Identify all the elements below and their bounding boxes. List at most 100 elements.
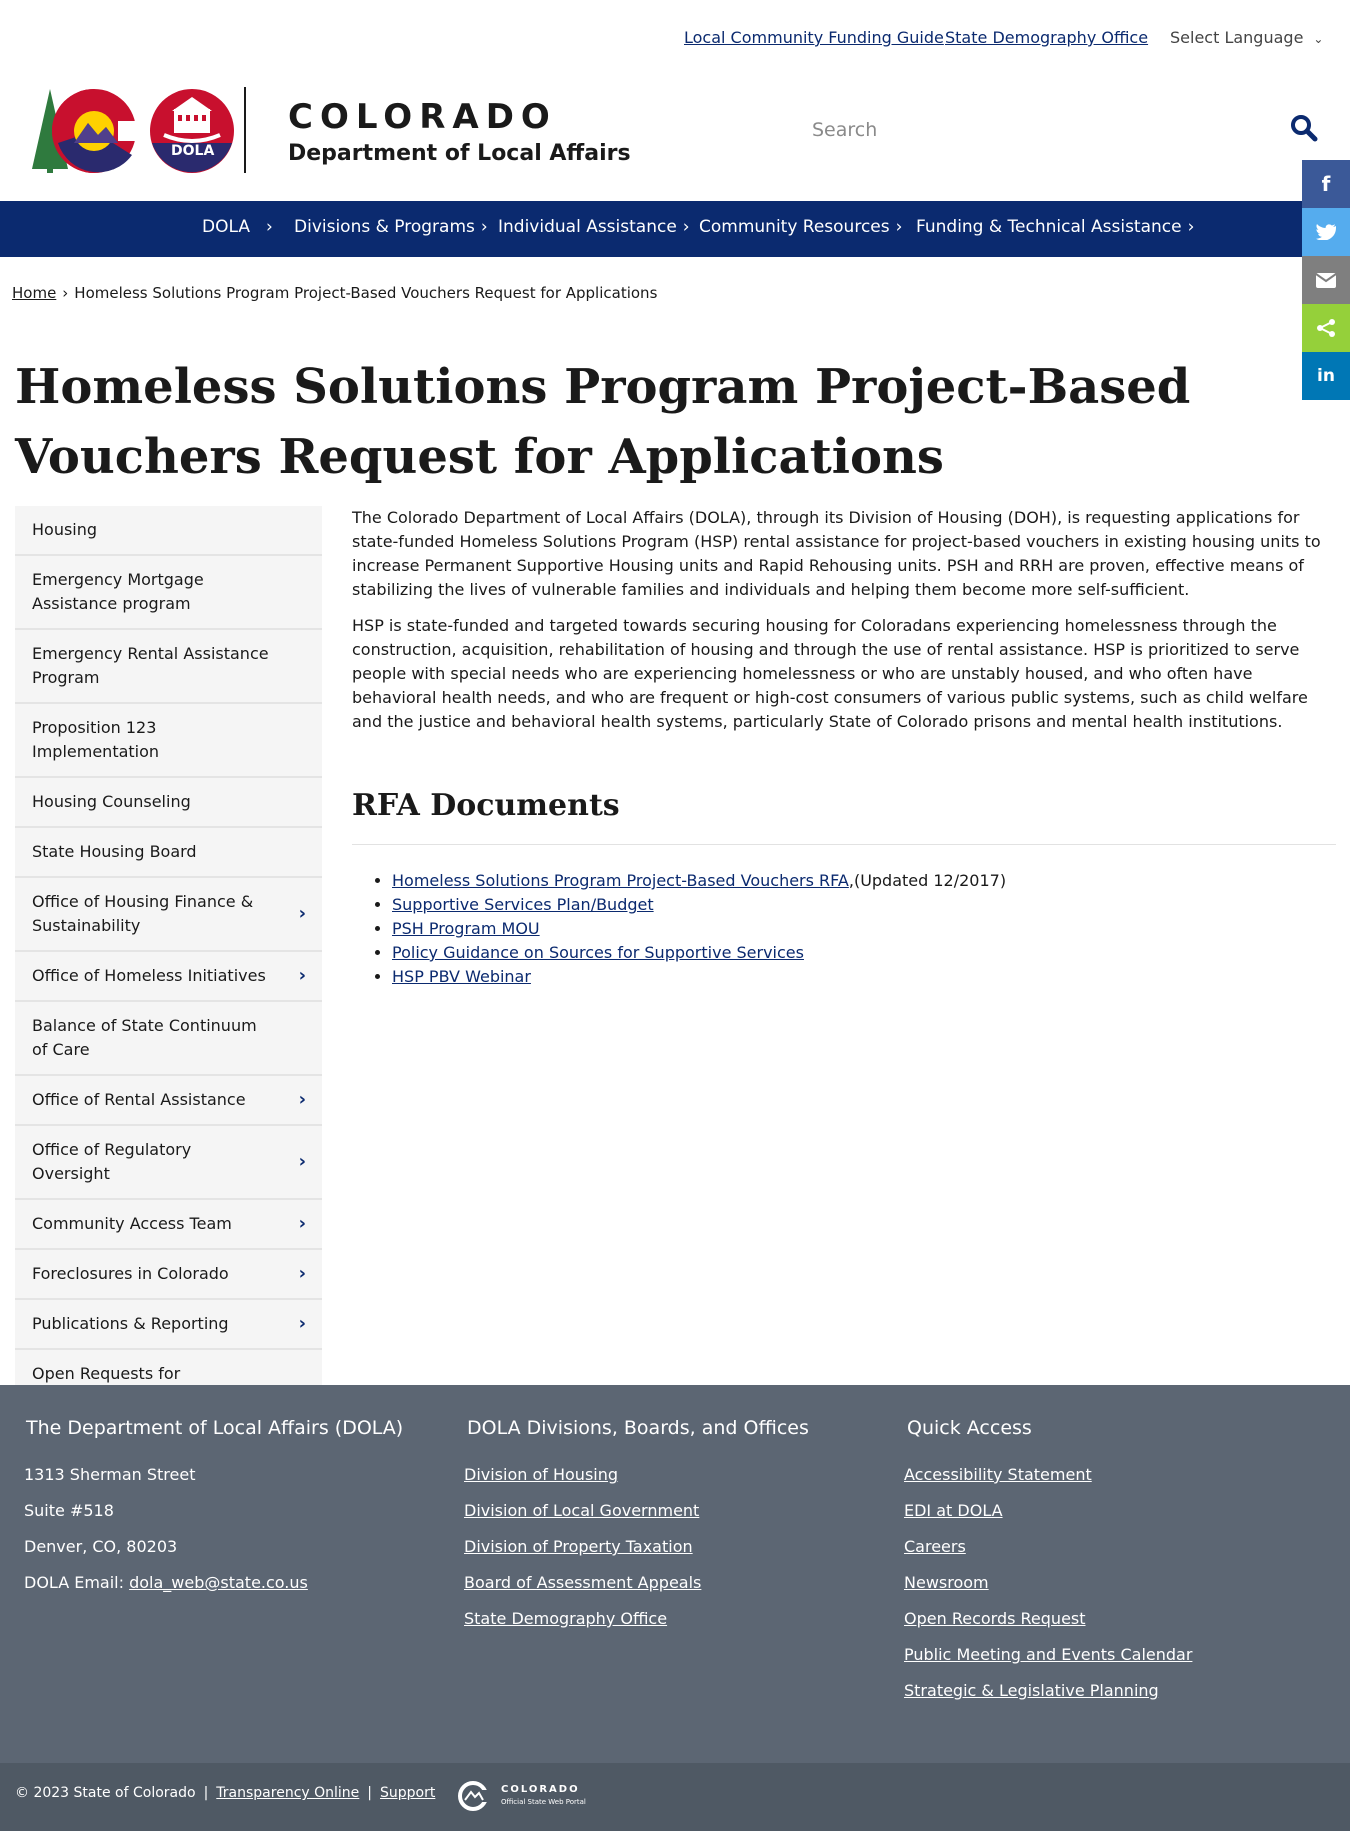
sidenav-item-label: Office of Rental Assistance [32, 1090, 246, 1109]
footer-link-newsroom[interactable]: Newsroom [904, 1573, 989, 1592]
sidenav-item-emergency-rental-assistance[interactable]: Emergency Rental Assistance Program [15, 630, 322, 704]
nav-item-community-resources[interactable]: Community Resources › [699, 217, 902, 237]
sidenav-item-housing[interactable]: Housing [15, 506, 322, 556]
sidenav-item-rental-assistance[interactable]: Office of Rental Assistance › [15, 1076, 322, 1126]
search-input[interactable] [800, 110, 1270, 150]
sidenav-item-label: Emergency Rental Assistance Program [32, 644, 269, 687]
sidenav-item-state-housing-board[interactable]: State Housing Board [15, 828, 322, 878]
policy-guidance-link[interactable]: Policy Guidance on Sources for Supportiv… [392, 943, 804, 962]
chevron-right-icon[interactable]: › [299, 1150, 306, 1174]
chevron-right-icon[interactable]: › [299, 964, 306, 988]
footer-heading-divisions: DOLA Divisions, Boards, and Offices [467, 1417, 809, 1439]
list-item: PSH Program MOU [392, 917, 1336, 941]
breadcrumb-home-link[interactable]: Home [12, 284, 56, 302]
sidenav-item-label: Office of Housing Finance & Sustainabili… [32, 892, 254, 935]
language-select[interactable]: Select Language ⌄ [1170, 28, 1323, 47]
nav-item-individual-assistance[interactable]: Individual Assistance › [498, 217, 690, 237]
chevron-right-icon[interactable]: › [299, 1212, 306, 1236]
footer-link-state-demography-office[interactable]: State Demography Office [464, 1609, 667, 1628]
site-logo[interactable]: DOLA COLORADO Department of Local Affair… [28, 85, 631, 177]
list-item: Supportive Services Plan/Budget [392, 893, 1336, 917]
footer-link-strategic-legislative-planning[interactable]: Strategic & Legislative Planning [904, 1681, 1159, 1700]
footer-email-label: DOLA Email: [24, 1573, 130, 1592]
sidenav-item-label: Publications & Reporting [32, 1314, 229, 1333]
sidenav-item-homeless-initiatives[interactable]: Office of Homeless Initiatives › [15, 952, 322, 1002]
footer-heading-quick-access: Quick Access [907, 1417, 1032, 1439]
chevron-down-icon: ⌄ [1313, 32, 1324, 46]
footer-email-link[interactable]: dola_web@state.co.us [129, 1573, 308, 1592]
chevron-right-icon[interactable]: › [299, 1088, 306, 1112]
sidenav-item-label: Balance of State Continuum of Care [32, 1016, 257, 1059]
page-title: Homeless Solutions Program Project-Based… [15, 359, 1191, 485]
nav-item-funding-technical-assistance[interactable]: Funding & Technical Assistance › [916, 217, 1194, 237]
footer-link-careers[interactable]: Careers [904, 1537, 966, 1556]
facebook-share-button[interactable]: f [1302, 160, 1350, 208]
search-form [800, 110, 1320, 150]
transparency-online-link[interactable]: Transparency Online [216, 1785, 359, 1801]
nav-item-dola[interactable]: DOLA › [202, 217, 273, 237]
sidenav-item-label: Emergency Mortgage Assistance program [32, 570, 204, 613]
facebook-icon: f [1321, 172, 1331, 196]
sidenav-item-label: Proposition 123 Implementation [32, 718, 160, 761]
sidenav-item-community-access-team[interactable]: Community Access Team › [15, 1200, 322, 1250]
sidenav-item-balance-of-state-coc[interactable]: Balance of State Continuum of Care [15, 1002, 322, 1076]
sidenav-item-label: Office of Homeless Initiatives [32, 966, 266, 985]
nav-item-label: Funding & Technical Assistance [916, 217, 1182, 237]
hsp-pbv-webinar-link[interactable]: HSP PBV Webinar [392, 967, 531, 986]
list-item: HSP PBV Webinar [392, 965, 1336, 989]
hsp-pbv-rfa-link[interactable]: Homeless Solutions Program Project-Based… [392, 871, 849, 890]
supportive-services-plan-link[interactable]: Supportive Services Plan/Budget [392, 895, 654, 914]
chevron-right-icon[interactable]: › [299, 1262, 306, 1286]
rfa-documents-list: Homeless Solutions Program Project-Based… [352, 869, 1336, 989]
sidenav-item-emergency-mortgage-assistance[interactable]: Emergency Mortgage Assistance program [15, 556, 322, 630]
footer-heading-dola: The Department of Local Affairs (DOLA) [26, 1417, 404, 1439]
sidenav-item-label: Foreclosures in Colorado [32, 1264, 229, 1283]
chevron-right-icon[interactable]: › [299, 902, 306, 926]
share-icon [1317, 319, 1335, 337]
footer-link-public-meeting-calendar[interactable]: Public Meeting and Events Calendar [904, 1645, 1192, 1664]
language-select-label: Select Language [1170, 28, 1304, 47]
search-button[interactable] [1290, 114, 1322, 146]
sidenav-item-label: Housing Counseling [32, 792, 191, 811]
sidenav-item-housing-finance-sustainability[interactable]: Office of Housing Finance & Sustainabili… [15, 878, 322, 952]
footer-link-division-of-housing[interactable]: Division of Housing [464, 1465, 618, 1484]
email-icon [1316, 272, 1336, 288]
email-share-button[interactable] [1302, 256, 1350, 304]
share-button[interactable] [1302, 304, 1350, 352]
footer-link-division-of-local-government[interactable]: Division of Local Government [464, 1501, 699, 1520]
footer-link-edi-at-dola[interactable]: EDI at DOLA [904, 1501, 1003, 1520]
section-side-navigation: Housing Emergency Mortgage Assistance pr… [15, 506, 322, 1448]
site-footer: The Department of Local Affairs (DOLA) 1… [0, 1385, 1350, 1763]
breadcrumb-separator-icon: › [62, 284, 69, 302]
footer-link-board-of-assessment-appeals[interactable]: Board of Assessment Appeals [464, 1573, 701, 1592]
footer-link-open-records-request[interactable]: Open Records Request [904, 1609, 1086, 1628]
chevron-right-icon: › [682, 217, 690, 237]
colorado-wordmark: COLORADO [288, 97, 557, 137]
sidenav-item-label: Community Access Team [32, 1214, 232, 1233]
chevron-right-icon: › [1187, 217, 1195, 237]
footer-link-division-of-property-taxation[interactable]: Division of Property Taxation [464, 1537, 693, 1556]
footer-link-accessibility-statement[interactable]: Accessibility Statement [904, 1465, 1092, 1484]
official-state-portal-logo[interactable]: COLORADO Official State Web Portal [455, 1780, 595, 1812]
local-community-funding-guide-link[interactable]: Local Community Funding Guide [684, 28, 944, 47]
sidenav-item-housing-counseling[interactable]: Housing Counseling [15, 778, 322, 828]
linkedin-share-button[interactable]: in [1302, 352, 1350, 400]
state-demography-office-link[interactable]: State Demography Office [945, 28, 1148, 47]
sub-footer: © 2023 State of Colorado | Transparency On… [0, 1763, 1350, 1831]
breadcrumb-current: Homeless Solutions Program Project-Based… [74, 284, 658, 302]
linkedin-icon: in [1317, 366, 1335, 386]
support-link[interactable]: Support [380, 1785, 435, 1801]
sidenav-item-publications-reporting[interactable]: Publications & Reporting › [15, 1300, 322, 1350]
chevron-right-icon[interactable]: › [299, 1312, 306, 1336]
utility-bar: Local Community Funding Guide State Demo… [0, 28, 1350, 50]
twitter-share-button[interactable] [1302, 208, 1350, 256]
psh-program-mou-link[interactable]: PSH Program MOU [392, 919, 540, 938]
chevron-right-icon: › [895, 217, 903, 237]
nav-item-divisions-programs[interactable]: Divisions & Programs › [294, 217, 488, 237]
breadcrumb: Home › Homeless Solutions Program Project-… [12, 284, 657, 302]
sidenav-item-foreclosures[interactable]: Foreclosures in Colorado › [15, 1250, 322, 1300]
colorado-c-logo-icon [32, 87, 246, 173]
sidenav-item-proposition-123[interactable]: Proposition 123 Implementation [15, 704, 322, 778]
sidenav-item-regulatory-oversight[interactable]: Office of Regulatory Oversight › [15, 1126, 322, 1200]
department-name: Department of Local Affairs [288, 141, 631, 166]
